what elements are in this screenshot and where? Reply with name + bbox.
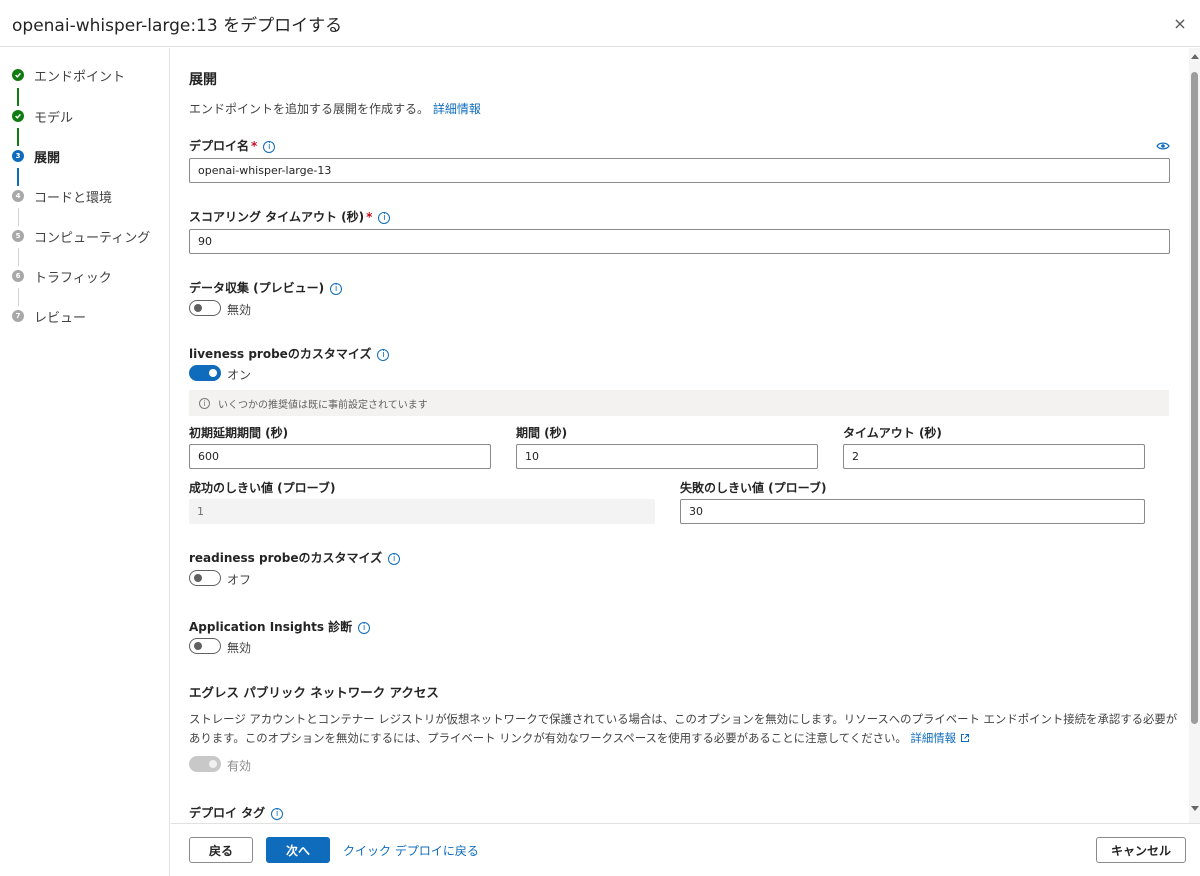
liveness-toggle[interactable]	[189, 365, 221, 381]
failure-threshold-label: 失敗のしきい値 (プローブ)	[680, 481, 827, 495]
app-insights-label: Application Insights 診断 i	[189, 618, 371, 635]
step-label: コンピューティング	[34, 230, 151, 246]
info-icon[interactable]: i	[330, 283, 343, 295]
deploy-tags-label: デプロイ タグ i	[189, 804, 284, 821]
step-label: トラフィック	[34, 270, 112, 286]
step-connector	[17, 248, 19, 266]
step-label: レビュー	[34, 310, 87, 326]
scoring-timeout-input[interactable]: 90	[189, 229, 1170, 254]
egress-state: 有効	[227, 759, 252, 773]
info-icon[interactable]: i	[358, 622, 371, 634]
dialog-title: openai-whisper-large:13 をデプロイする	[12, 16, 343, 36]
scoring-timeout-label: スコアリング タイムアウト (秒) * i	[189, 208, 391, 225]
scroll-down-icon[interactable]	[1191, 806, 1199, 811]
app-insights-state: 無効	[227, 641, 252, 655]
step-connector	[17, 128, 19, 146]
period-input[interactable]: 10	[516, 444, 818, 469]
readiness-state: オフ	[227, 573, 252, 587]
step-connector	[17, 208, 19, 226]
scroll-up-icon[interactable]	[1191, 54, 1199, 59]
timeout-input[interactable]: 2	[843, 444, 1145, 469]
close-icon[interactable]: ×	[1170, 14, 1190, 34]
step-number: 5	[12, 230, 24, 242]
readiness-label: readiness probeのカスタマイズ i	[189, 549, 401, 566]
success-threshold-input: 1	[189, 499, 655, 524]
step-review[interactable]: 7 レビュー	[12, 306, 86, 326]
toggle-knob	[209, 760, 217, 768]
egress-toggle	[189, 756, 221, 772]
step-label: エンドポイント	[34, 69, 126, 85]
section-description: エンドポイントを追加する展開を作成する。 詳細情報	[189, 102, 481, 116]
back-button[interactable]: 戻る	[189, 837, 253, 863]
success-threshold-label: 成功のしきい値 (プローブ)	[189, 481, 336, 495]
data-collection-toggle[interactable]	[189, 300, 221, 316]
egress-description-line2: あります。このオプションを無効にするには、プライベート リンクが有効なワークスペ…	[189, 730, 970, 746]
app-insights-toggle[interactable]	[189, 638, 221, 654]
step-endpoint[interactable]: エンドポイント	[12, 65, 125, 85]
egress-learn-more-link[interactable]: 詳細情報	[910, 731, 969, 745]
wizard-steps: エンドポイント モデル 3 展開 4 コードと環境 5 コンピューティング 6 …	[0, 48, 170, 876]
data-collection-state: 無効	[227, 303, 252, 317]
step-number: 7	[12, 310, 24, 322]
egress-description-line1: ストレージ アカウントとコンテナー レジストリが仮想ネットワークで保護されている…	[189, 712, 1178, 726]
info-icon[interactable]: i	[263, 141, 276, 153]
period-label: 期間 (秒)	[516, 426, 568, 440]
step-connector	[17, 168, 19, 186]
step-number: 6	[12, 270, 24, 282]
info-message-bar: i いくつかの推奨値は既に事前設定されています	[189, 390, 1169, 416]
deployment-form: 展開 エンドポイントを追加する展開を作成する。 詳細情報 デプロイ名 * i ope…	[171, 48, 1189, 823]
deploy-name-label: デプロイ名 * i	[189, 137, 276, 154]
step-label: コードと環境	[34, 190, 113, 206]
liveness-state: オン	[227, 368, 252, 382]
liveness-label: liveness probeのカスタマイズ i	[189, 345, 390, 362]
scrollbar[interactable]	[1189, 48, 1200, 823]
learn-more-link[interactable]: 詳細情報	[433, 102, 481, 116]
external-link-icon	[960, 734, 969, 742]
step-number: 4	[12, 190, 24, 202]
info-icon[interactable]: i	[377, 349, 390, 361]
initial-delay-label: 初期延期期間 (秒)	[189, 426, 289, 440]
dialog-header: openai-whisper-large:13 をデプロイする ×	[0, 0, 1200, 47]
step-deployment[interactable]: 3 展開	[12, 146, 60, 166]
step-traffic[interactable]: 6 トラフィック	[12, 266, 112, 286]
step-label: 展開	[34, 150, 61, 166]
scrollbar-thumb[interactable]	[1191, 72, 1198, 724]
info-icon[interactable]: i	[271, 808, 284, 820]
timeout-label: タイムアウト (秒)	[843, 426, 942, 440]
info-icon[interactable]: i	[388, 553, 401, 565]
step-connector	[17, 288, 19, 306]
egress-title: エグレス パブリック ネットワーク アクセス	[189, 685, 439, 700]
quick-deploy-link[interactable]: クイック デプロイに戻る	[343, 842, 479, 859]
checkmark-icon	[12, 69, 24, 81]
failure-threshold-input[interactable]: 30	[680, 499, 1145, 524]
toggle-knob	[194, 642, 202, 650]
next-button[interactable]: 次へ	[266, 837, 330, 863]
initial-delay-input[interactable]: 600	[189, 444, 491, 469]
toggle-knob	[194, 574, 202, 582]
data-collection-label: データ収集 (プレビュー) i	[189, 279, 343, 296]
readiness-toggle[interactable]	[189, 570, 221, 586]
checkmark-icon	[12, 110, 24, 122]
deploy-name-input[interactable]: openai-whisper-large-13	[189, 158, 1170, 183]
step-connector	[17, 88, 19, 106]
step-number: 3	[12, 150, 24, 162]
dialog-footer: 戻る 次へ クイック デプロイに戻る キャンセル	[171, 823, 1200, 876]
info-icon[interactable]: i	[378, 212, 391, 224]
eye-icon[interactable]	[1156, 137, 1170, 150]
step-compute[interactable]: 5 コンピューティング	[12, 226, 150, 246]
toggle-knob	[209, 369, 217, 377]
step-code-environment[interactable]: 4 コードと環境	[12, 186, 112, 206]
step-model[interactable]: モデル	[12, 106, 73, 126]
section-title: 展開	[189, 72, 217, 88]
toggle-knob	[194, 304, 202, 312]
info-icon: i	[199, 397, 210, 409]
step-label: モデル	[34, 110, 74, 126]
cancel-button[interactable]: キャンセル	[1096, 837, 1186, 863]
